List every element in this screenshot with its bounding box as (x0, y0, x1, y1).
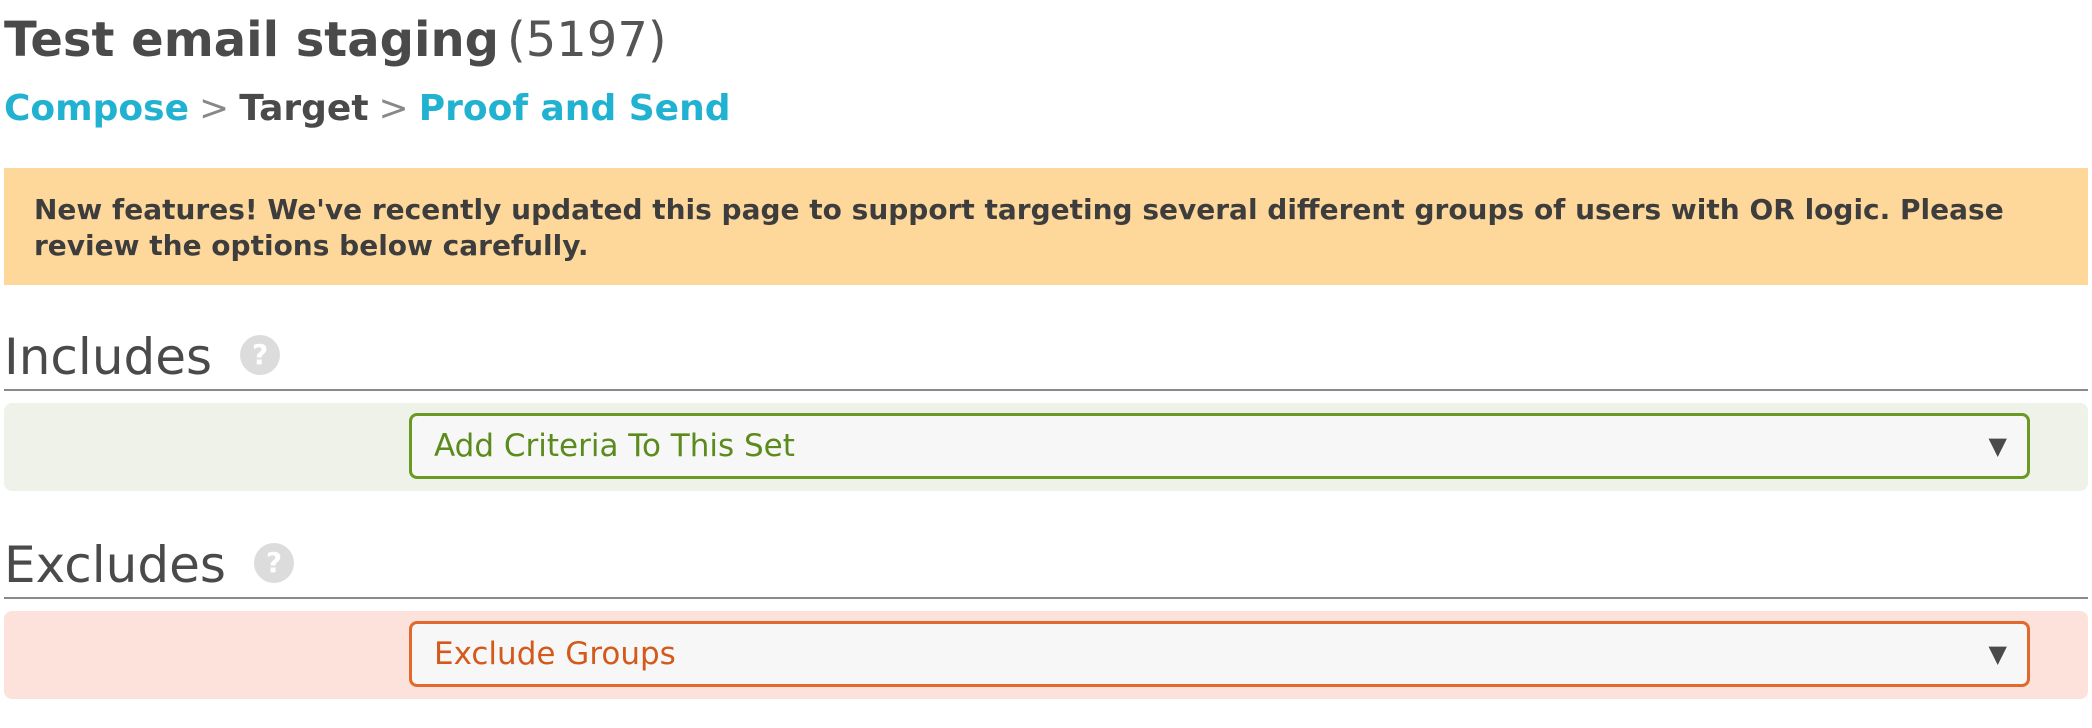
excludes-divider (4, 597, 2088, 599)
breadcrumb-compose-link[interactable]: Compose (4, 88, 189, 129)
includes-heading: Includes? (4, 325, 281, 389)
campaign-name: Test email staging (4, 12, 499, 68)
chevron-down-icon: ▼ (1988, 432, 2007, 460)
breadcrumb-target-current: Target (239, 88, 369, 129)
includes-set-row: Add Criteria To This Set ▼ (4, 403, 2088, 491)
excludes-set-row: Exclude Groups ▼ (4, 611, 2088, 699)
exclude-groups-select-value: Exclude Groups (434, 636, 676, 672)
breadcrumb-separator: > (378, 88, 409, 129)
breadcrumb: Compose > Target > Proof and Send (4, 84, 730, 134)
page-title: Test email staging (5197) (4, 10, 667, 70)
breadcrumb-separator: > (199, 88, 230, 129)
help-icon[interactable]: ? (253, 542, 294, 583)
add-criteria-select-value: Add Criteria To This Set (434, 428, 795, 464)
exclude-groups-select[interactable]: Exclude Groups ▼ (409, 621, 2030, 687)
new-features-notice: New features! We've recently updated thi… (4, 168, 2088, 285)
excludes-title: Excludes (4, 536, 226, 594)
excludes-heading: Excludes? (4, 533, 294, 597)
includes-divider (4, 389, 2088, 391)
chevron-down-icon: ▼ (1988, 640, 2007, 668)
campaign-id: (5197) (506, 12, 667, 68)
add-criteria-select[interactable]: Add Criteria To This Set ▼ (409, 413, 2030, 479)
breadcrumb-proof-and-send-link[interactable]: Proof and Send (419, 88, 731, 129)
help-icon[interactable]: ? (240, 334, 281, 375)
includes-title: Includes (4, 328, 213, 386)
